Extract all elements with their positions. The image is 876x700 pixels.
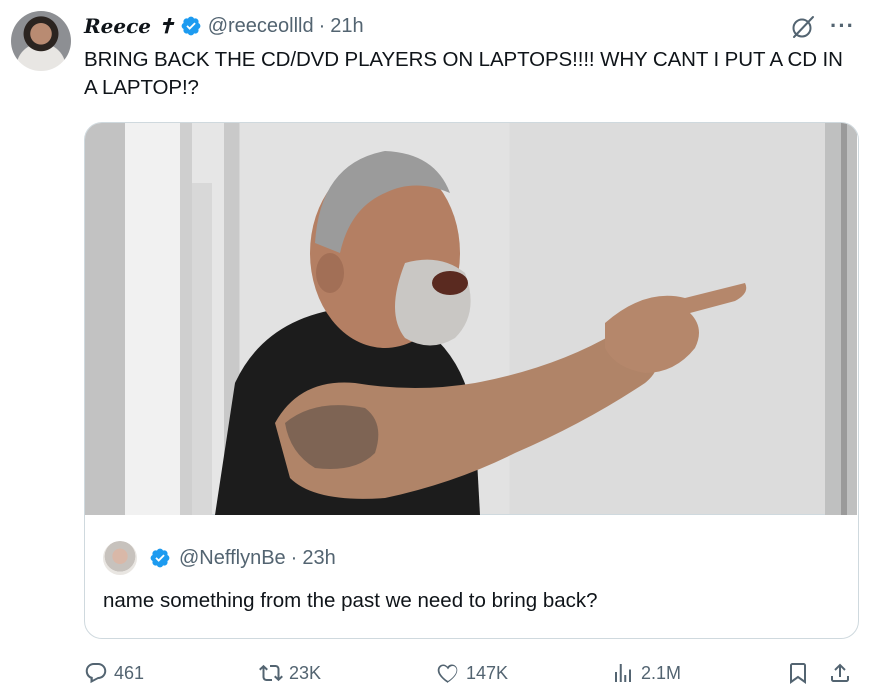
quoted-tweet-text: name something from the past we need to … [103,589,598,612]
meme-photo [85,123,857,515]
heart-icon [437,664,458,683]
verified-badge-icon [150,548,170,568]
views-icon [615,664,631,682]
separator-dot: · [318,14,326,37]
quoted-tweet-card[interactable]: @NefflynBe · 23h name something from the… [84,122,859,639]
quoted-author-avatar[interactable] [103,541,137,575]
quoted-timestamp[interactable]: 23h [302,547,335,570]
like-count: 147K [466,662,509,683]
more-options-icon[interactable]: ··· [830,13,860,39]
tweet-header: Reece ✝ @reeceollld · 21h [84,12,364,40]
share-button[interactable] [828,656,852,690]
tweet-action-bar: 461 23K 147K 2.1M [84,656,860,690]
quoted-tweet-header: @NefflynBe · 23h [149,543,336,573]
retweet-button[interactable]: 23K [259,656,321,690]
separator-dot: · [290,546,298,569]
retweet-count: 23K [289,662,322,683]
author-handle[interactable]: @reeceollld [208,15,314,38]
bookmark-icon [790,663,806,684]
tweet-media-image[interactable] [85,123,857,515]
verified-badge-icon [181,16,201,36]
quoted-author-handle[interactable]: @NefflynBe [179,547,286,570]
reply-count: 461 [114,662,145,683]
like-button[interactable]: 147K [436,656,508,690]
views-button[interactable]: 2.1M [611,656,681,690]
share-icon [831,663,849,682]
retweet-icon [259,664,283,682]
tweet-timestamp[interactable]: 21h [330,15,363,38]
tweet-text: BRING BACK THE CD/DVD PLAYERS ON LAPTOPS… [84,48,843,99]
author-display-name[interactable]: Reece ✝ [84,14,175,38]
grok-icon[interactable] [790,14,816,40]
reply-icon [85,663,107,684]
views-count: 2.1M [641,662,682,683]
bookmark-button[interactable] [786,656,810,690]
reply-button[interactable]: 461 [84,656,144,690]
author-avatar[interactable] [11,11,71,71]
